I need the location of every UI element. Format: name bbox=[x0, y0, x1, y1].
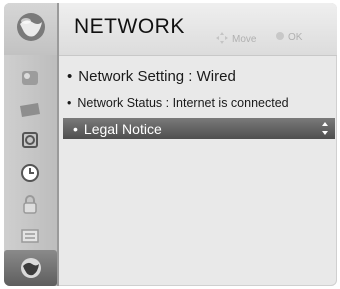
bullet: • bbox=[67, 67, 73, 85]
sidebar bbox=[4, 3, 59, 286]
ok-button-icon bbox=[275, 31, 285, 44]
network-globe-icon bbox=[14, 10, 48, 49]
up-down-arrow-icon bbox=[321, 121, 329, 136]
sidebar-item-lock[interactable] bbox=[12, 190, 48, 220]
sidebar-item-time[interactable] bbox=[12, 158, 48, 188]
sidebar-header bbox=[4, 3, 57, 55]
time-icon bbox=[20, 163, 40, 183]
move-hint-label: Move bbox=[232, 34, 257, 45]
dpad-icon bbox=[215, 31, 229, 48]
bullet: • bbox=[67, 96, 72, 110]
audio-icon bbox=[20, 130, 40, 150]
sidebar-item-network[interactable] bbox=[4, 250, 57, 286]
menu-panel: NETWORK Move OK • Network Setting : Wire… bbox=[4, 3, 337, 286]
bullet: • bbox=[73, 120, 78, 137]
list-item-legal-notice[interactable]: • Legal Notice bbox=[63, 118, 335, 139]
sidebar-item-option[interactable] bbox=[12, 221, 48, 251]
menu-header: NETWORK Move OK bbox=[59, 3, 337, 56]
network-icon bbox=[18, 255, 44, 281]
sidebar-item-screen[interactable] bbox=[12, 95, 48, 125]
lock-icon bbox=[21, 194, 39, 216]
option-icon bbox=[19, 226, 41, 246]
list-item-network-status[interactable]: • Network Status : Internet is connected bbox=[67, 92, 331, 114]
page-title: NETWORK bbox=[74, 15, 185, 38]
move-hint: Move bbox=[215, 31, 256, 48]
sidebar-item-picture[interactable] bbox=[12, 63, 48, 93]
list-item-label: Legal Notice bbox=[83, 120, 162, 137]
list-item-network-setting[interactable]: • Network Setting : Wired bbox=[67, 65, 331, 87]
ok-hint: OK bbox=[275, 31, 302, 44]
ok-hint-label: OK bbox=[288, 32, 303, 43]
list-item-label: Network Setting : Wired bbox=[78, 67, 236, 85]
screen-icon bbox=[18, 100, 42, 120]
list-item-label: Network Status : Internet is connected bbox=[77, 96, 289, 110]
picture-icon bbox=[19, 67, 41, 89]
sidebar-item-audio[interactable] bbox=[12, 125, 48, 155]
